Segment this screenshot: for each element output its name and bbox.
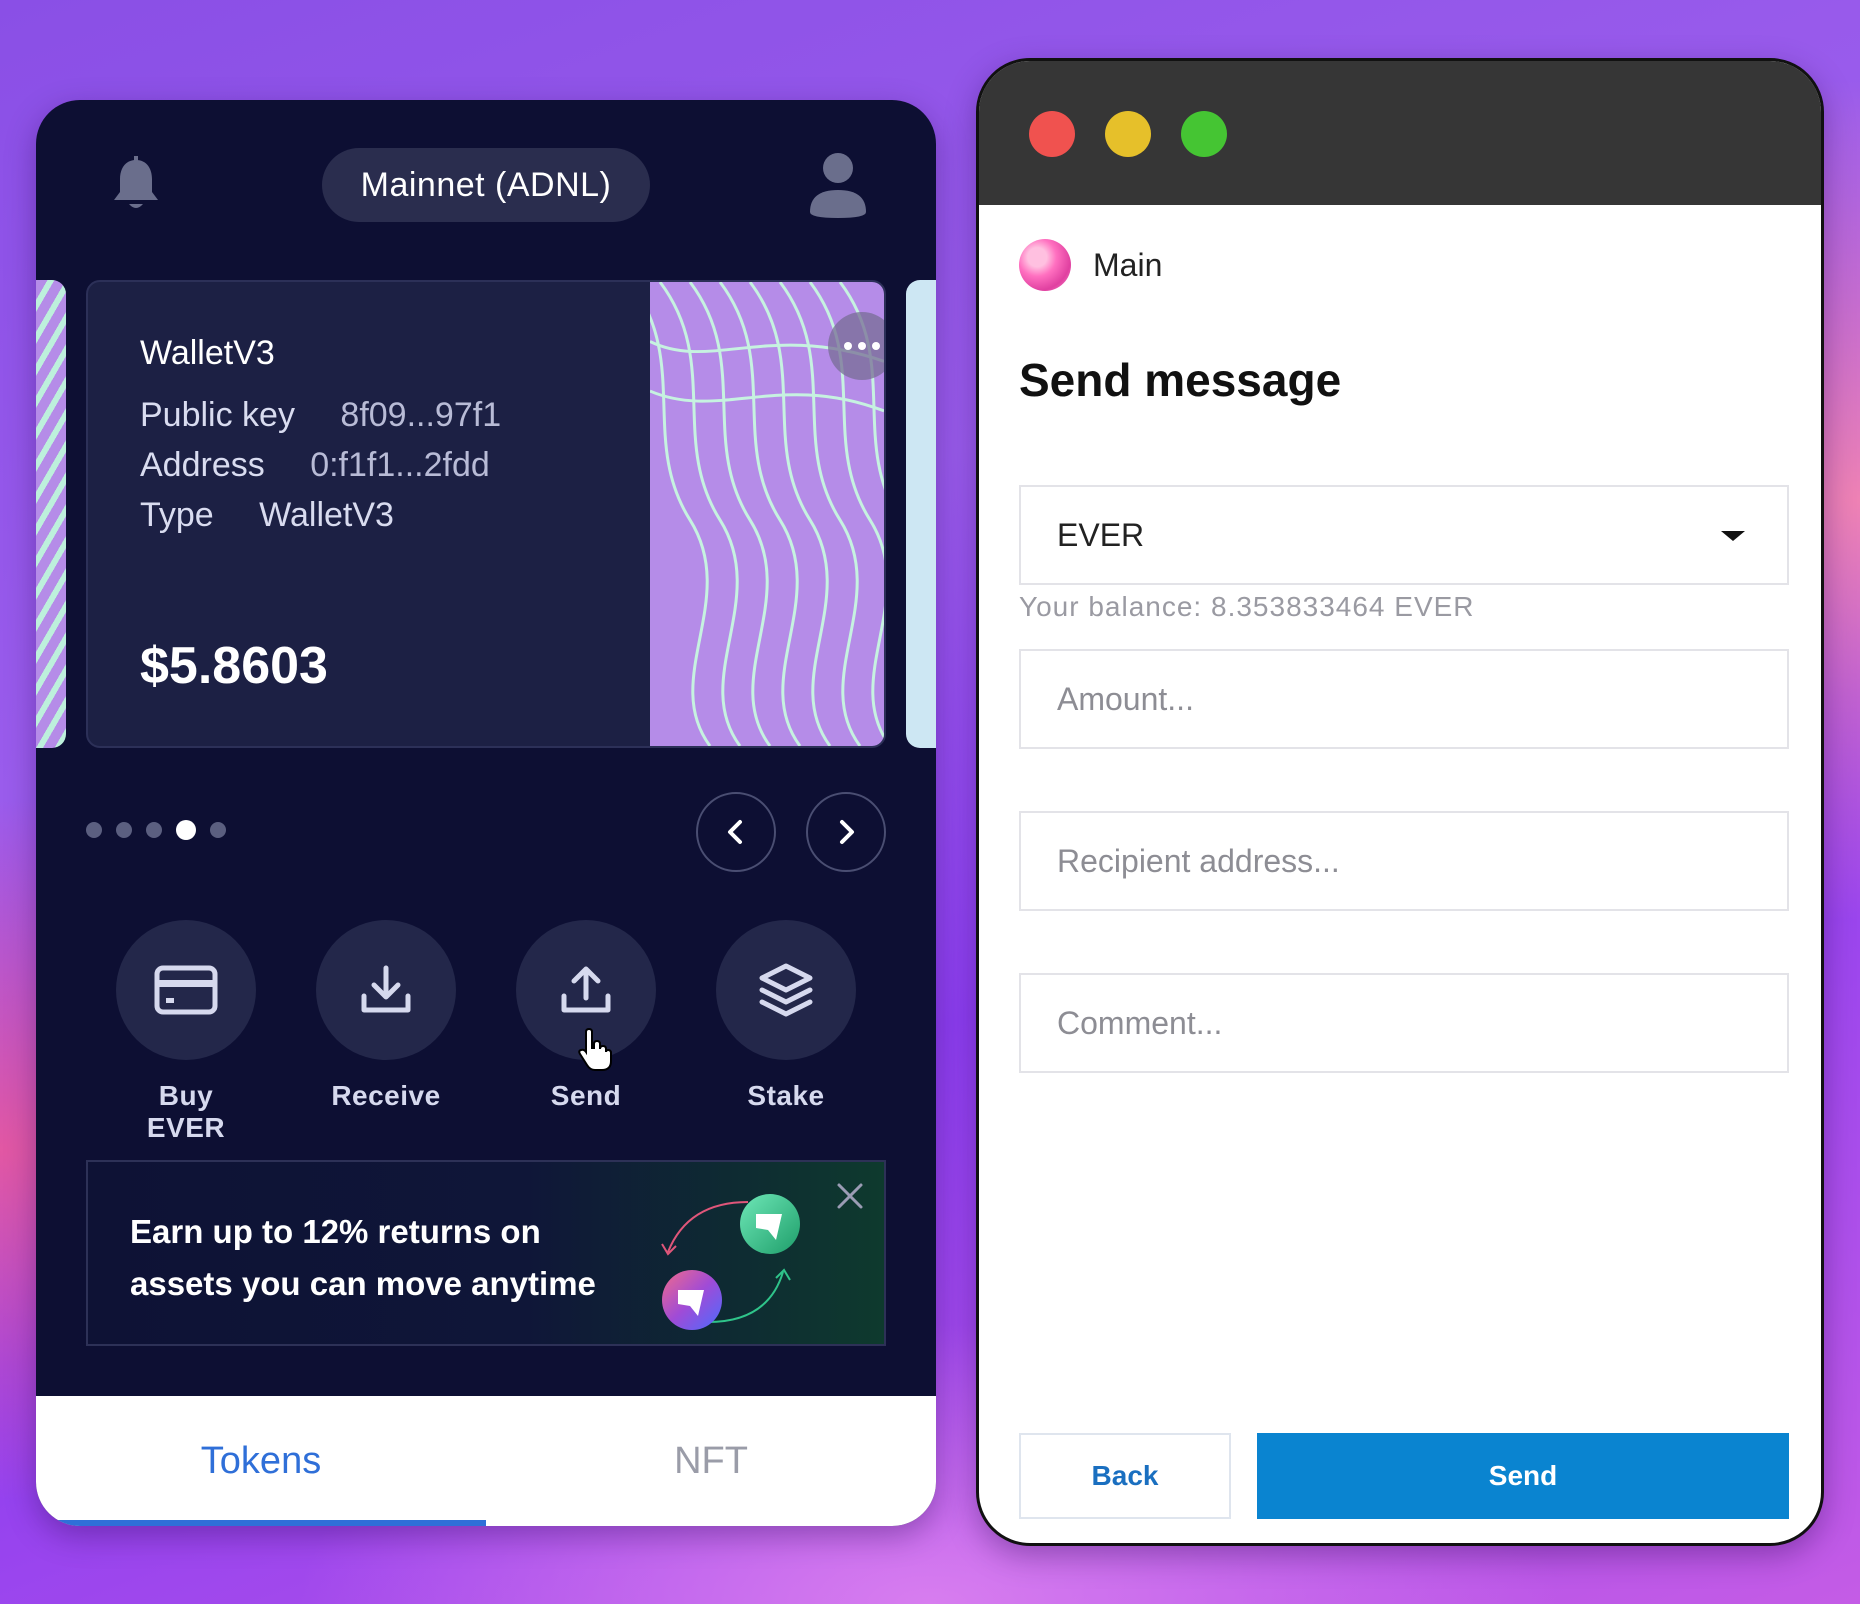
card-balance: $5.8603 xyxy=(140,637,328,695)
chevron-left-icon xyxy=(728,820,742,844)
card-pagination xyxy=(86,820,226,840)
minimize-window-button[interactable] xyxy=(1105,111,1151,157)
type-value: WalletV3 xyxy=(259,496,394,534)
close-window-button[interactable] xyxy=(1029,111,1075,157)
account-card[interactable]: WalletV3 Public key 8f09...97f1 Address … xyxy=(86,280,886,748)
close-icon[interactable] xyxy=(836,1182,864,1210)
comment-input[interactable]: Comment... xyxy=(1019,973,1789,1073)
balance-text: Your balance: 8.353833464 EVER xyxy=(1019,591,1475,622)
send-action-label: Send xyxy=(550,1080,622,1111)
amount-placeholder: Amount... xyxy=(1057,680,1194,717)
pagination-dot-active[interactable] xyxy=(176,820,196,840)
public-key-value[interactable]: 8f09...97f1 xyxy=(340,396,501,434)
next-card-edge[interactable] xyxy=(906,280,936,748)
card-icon xyxy=(154,965,218,1015)
token-select[interactable]: EVER xyxy=(1019,485,1789,585)
back-button-label: Back xyxy=(1091,1460,1159,1491)
receive-button[interactable]: Receive xyxy=(316,920,456,1112)
stake-button[interactable]: Stake xyxy=(716,920,856,1112)
wallet-header: Mainnet (ADNL) xyxy=(36,100,936,270)
tab-tokens-label: Tokens xyxy=(200,1439,322,1482)
type-label: Type xyxy=(140,496,214,534)
layers-icon xyxy=(759,963,813,1017)
network-label: Mainnet (ADNL) xyxy=(360,165,612,204)
chevron-down-icon xyxy=(1721,531,1745,541)
token-select-value: EVER xyxy=(1057,516,1145,553)
wallet-panel: Mainnet (ADNL) WalletV3 Public key 8f09.… xyxy=(36,100,936,1526)
stake-circle[interactable] xyxy=(716,920,856,1060)
chevron-right-icon xyxy=(840,820,854,844)
address-label: Address xyxy=(140,446,265,484)
avatar xyxy=(1019,239,1071,291)
receive-circle[interactable] xyxy=(316,920,456,1060)
promo-text: Earn up to 12% returns on assets you can… xyxy=(130,1206,650,1310)
send-action-button[interactable]: Send xyxy=(516,920,656,1112)
pagination-dot[interactable] xyxy=(116,822,132,838)
recipient-address-input[interactable]: Recipient address... xyxy=(1019,811,1789,911)
address-value[interactable]: 0:f1f1...2fdd xyxy=(310,446,490,484)
promo-line-2: assets you can move anytime xyxy=(130,1265,596,1302)
asset-tabs: Tokens NFT xyxy=(36,1396,936,1526)
public-key-row: Public key 8f09...97f1 xyxy=(140,396,501,435)
staking-promo-banner[interactable]: Earn up to 12% returns on assets you can… xyxy=(86,1160,886,1346)
account-header: Main xyxy=(1019,239,1162,291)
profile-icon[interactable] xyxy=(808,150,868,220)
buy-ever-label: Buy EVER xyxy=(146,1080,226,1143)
maximize-window-button[interactable] xyxy=(1181,111,1227,157)
send-button-label: Send xyxy=(1488,1460,1558,1491)
download-icon xyxy=(361,965,411,1013)
amount-input[interactable]: Amount... xyxy=(1019,649,1789,749)
back-button[interactable]: Back xyxy=(1019,1433,1231,1519)
address-row: Address 0:f1f1...2fdd xyxy=(140,446,490,485)
previous-card-button[interactable] xyxy=(696,792,776,872)
previous-card-edge[interactable] xyxy=(36,280,66,748)
stake-label: Stake xyxy=(747,1080,825,1111)
tab-nft-label: NFT xyxy=(674,1439,748,1482)
network-selector[interactable]: Mainnet (ADNL) xyxy=(322,148,650,222)
receive-label: Receive xyxy=(331,1080,441,1111)
window-titlebar xyxy=(979,61,1821,205)
token-swap-art-icon xyxy=(661,1194,800,1330)
tab-nft[interactable]: NFT xyxy=(486,1396,936,1526)
pagination-dot[interactable] xyxy=(210,822,226,838)
more-dot-icon xyxy=(844,342,852,350)
card-title: WalletV3 xyxy=(140,334,275,372)
pagination-dot[interactable] xyxy=(146,822,162,838)
bell-icon[interactable] xyxy=(108,156,164,216)
next-card-button[interactable] xyxy=(806,792,886,872)
comment-placeholder: Comment... xyxy=(1057,1004,1223,1041)
more-dot-icon xyxy=(858,342,866,350)
promo-line-1: Earn up to 12% returns on xyxy=(130,1213,541,1250)
account-name: Main xyxy=(1093,246,1163,283)
active-tab-indicator xyxy=(50,1520,486,1526)
buy-ever-circle[interactable] xyxy=(116,920,256,1060)
buy-ever-button[interactable]: Buy EVER xyxy=(116,920,256,1144)
send-message-window: Main Send message EVER 1* Your balance: … xyxy=(976,58,1824,1546)
upload-icon xyxy=(561,966,611,1013)
pagination-dot[interactable] xyxy=(86,822,102,838)
more-dot-icon xyxy=(872,342,880,350)
page-title: Send message xyxy=(1019,354,1342,406)
public-key-label: Public key xyxy=(140,396,295,434)
hand-cursor-icon xyxy=(578,1028,612,1071)
recipient-placeholder: Recipient address... xyxy=(1057,842,1340,879)
type-row: Type WalletV3 xyxy=(140,496,394,535)
send-button[interactable]: Send xyxy=(1257,1433,1789,1519)
tab-tokens[interactable]: Tokens xyxy=(36,1396,486,1526)
